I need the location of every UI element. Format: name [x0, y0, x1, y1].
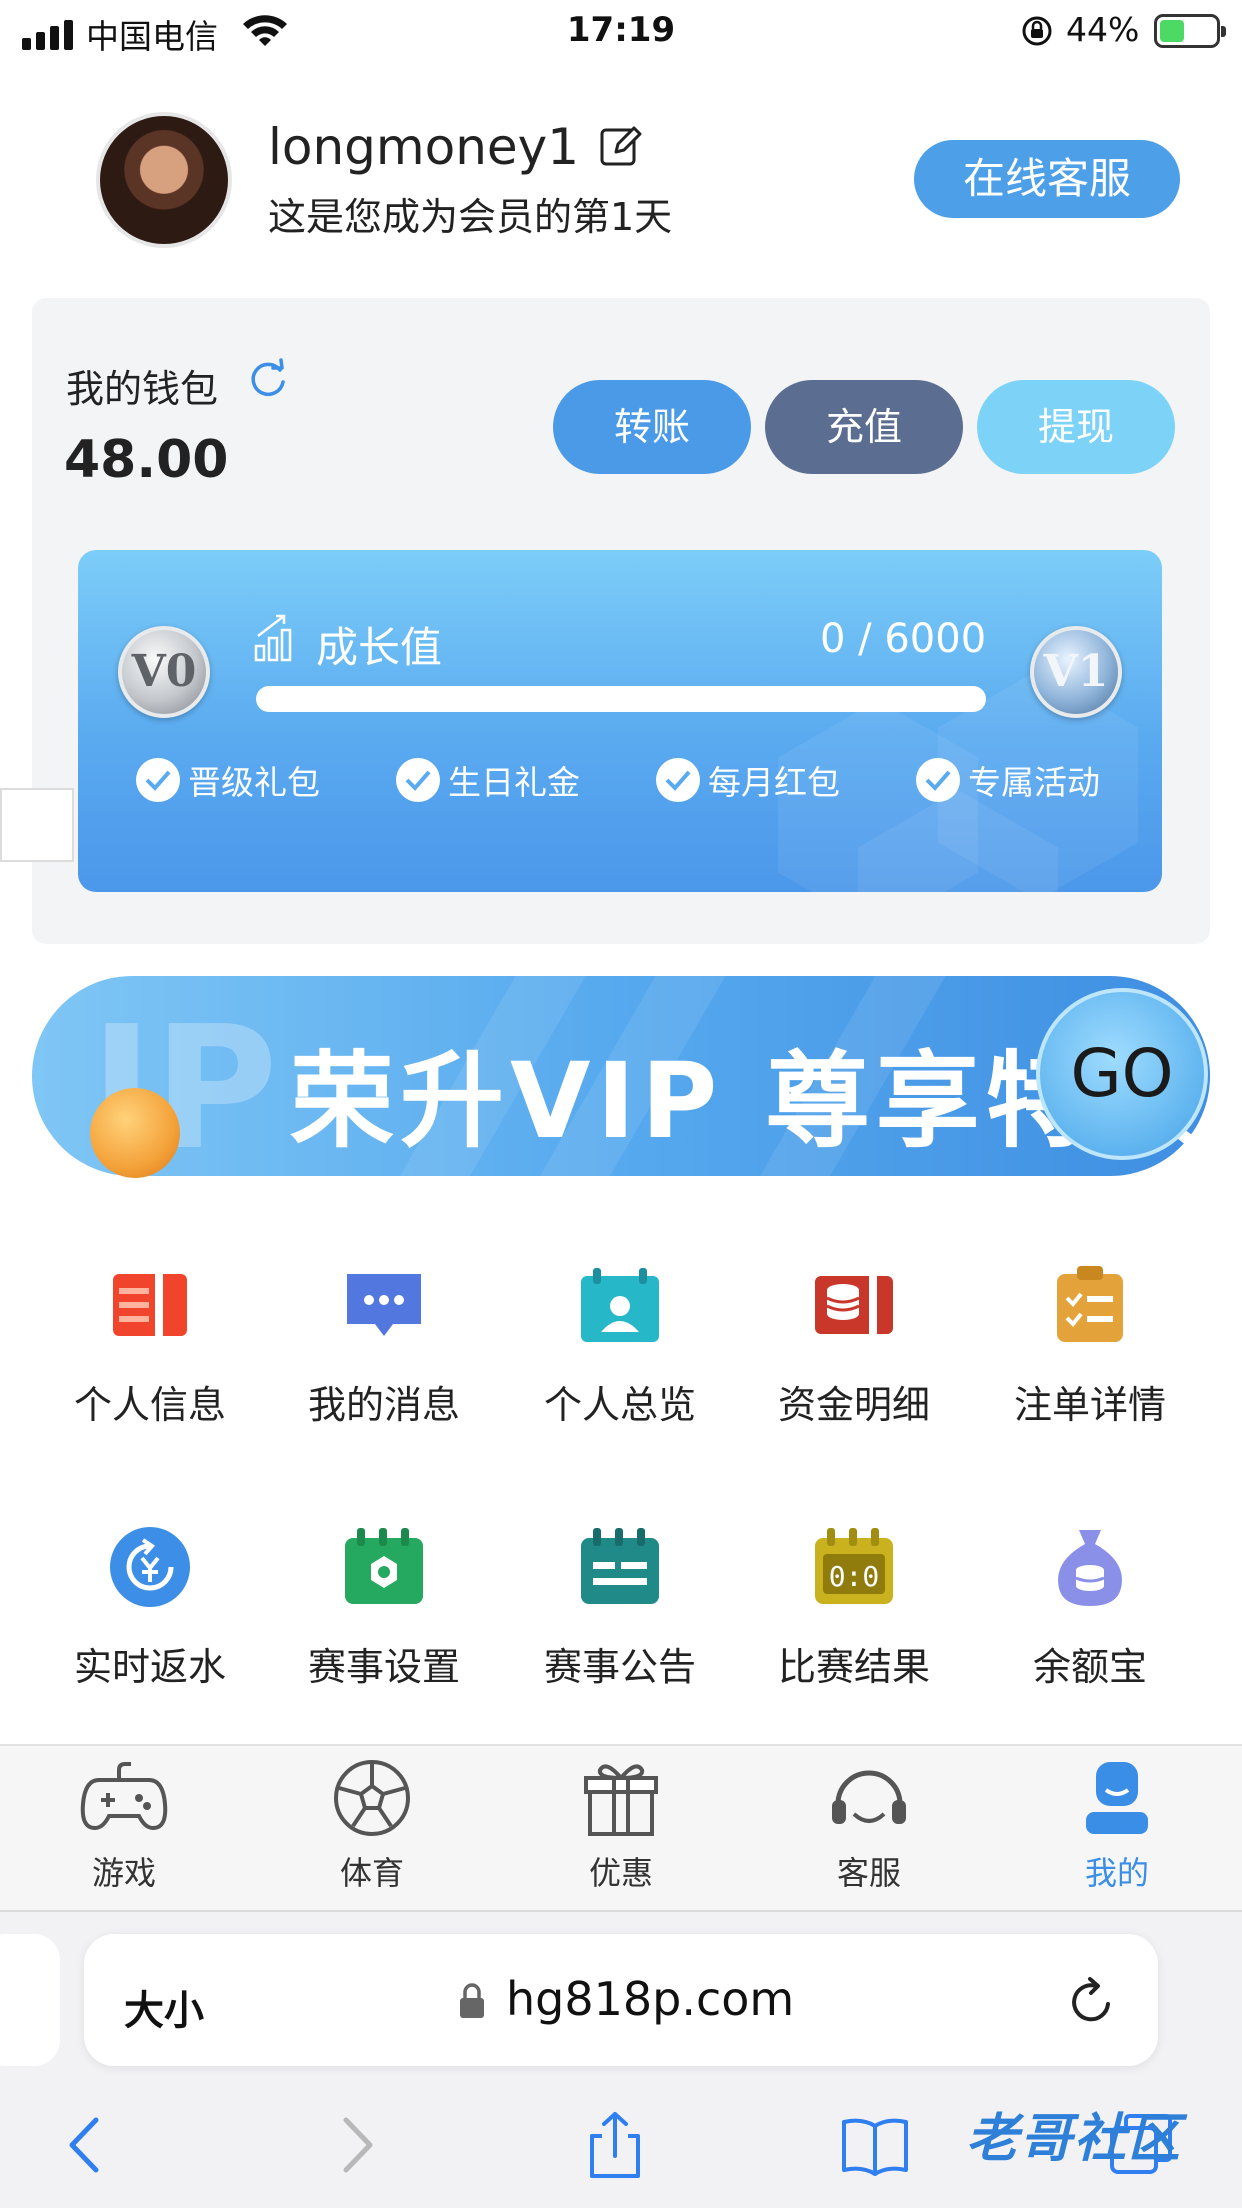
level-badge-v1: V1 [1030, 626, 1122, 718]
clipboard-icon [1057, 1266, 1123, 1342]
online-service-button[interactable]: 在线客服 [914, 140, 1180, 218]
gamepad-icon [80, 1762, 168, 1831]
soccer-ball-icon [334, 1760, 410, 1836]
profile-calendar-icon [581, 1268, 659, 1342]
user-icon [1086, 1762, 1148, 1834]
tab-promotions[interactable]: 优惠 [497, 1756, 745, 1894]
lock-icon [460, 1983, 484, 2018]
menu-realtime-rebate[interactable]: 实时返水 [30, 1522, 270, 1691]
username: longmoney1 [268, 118, 580, 176]
growth-card [78, 550, 1162, 892]
previous-tab-preview[interactable] [0, 1934, 60, 2066]
gift-icon [584, 1764, 658, 1836]
deposit-button[interactable]: 充值 [765, 380, 963, 474]
member-days-text: 这是您成为会员的第1天 [268, 195, 673, 239]
id-card-icon [113, 1274, 187, 1336]
share-icon[interactable] [580, 2110, 650, 2180]
orientation-lock-icon [1022, 16, 1052, 46]
svg-text:0:0: 0:0 [829, 1560, 880, 1593]
forward-icon[interactable] [320, 2110, 390, 2180]
check-icon [656, 758, 700, 802]
status-bar: 中国电信 17:19 44% [0, 0, 1242, 62]
menu-event-settings[interactable]: 赛事设置 [264, 1522, 504, 1691]
battery-icon [1154, 14, 1226, 48]
menu-fund-details[interactable]: 资金明细 [734, 1260, 974, 1429]
rebate-icon [110, 1527, 190, 1607]
tab-mine[interactable]: 我的 [993, 1756, 1241, 1894]
perk-item: 晋级礼包 [136, 756, 320, 804]
menu-personal-overview[interactable]: 个人总览 [500, 1260, 740, 1429]
reload-icon[interactable] [1066, 1976, 1118, 2028]
event-settings-icon [345, 1528, 423, 1604]
headset-icon [832, 1770, 906, 1824]
wallet-label: 我的钱包 [66, 367, 219, 411]
menu-event-announcements[interactable]: 赛事公告 [500, 1522, 740, 1691]
check-icon [916, 758, 960, 802]
edit-icon[interactable] [598, 124, 642, 168]
menu-match-results[interactable]: 0:0 比赛结果 [734, 1522, 974, 1691]
back-icon[interactable] [52, 2110, 122, 2180]
perk-item: 专属活动 [916, 756, 1100, 804]
coin-icon [90, 1088, 180, 1178]
check-icon [396, 758, 440, 802]
growth-progress-text: 0 / 6000 [820, 616, 987, 662]
floating-square[interactable] [0, 788, 74, 862]
menu-my-messages[interactable]: 我的消息 [264, 1260, 504, 1429]
message-icon [347, 1274, 421, 1336]
tab-sports[interactable]: 体育 [248, 1756, 496, 1894]
growth-chart-icon [254, 614, 292, 662]
wallet-balance: 48.00 [64, 430, 229, 490]
money-bag-icon [1058, 1530, 1122, 1606]
level-badge-v0: V0 [118, 626, 210, 718]
growth-progress-bar [256, 686, 986, 712]
avatar[interactable] [96, 112, 232, 248]
vip-go-button[interactable]: GO [1036, 988, 1208, 1160]
battery-percent: 44% [1066, 10, 1140, 49]
check-icon [136, 758, 180, 802]
url-text[interactable]: hg818p.com [506, 1972, 794, 2026]
perk-item: 每月红包 [656, 756, 840, 804]
menu-bet-details[interactable]: 注单详情 [970, 1260, 1210, 1429]
watermark-logo: 老哥社区 [966, 2109, 1183, 2169]
growth-title: 成长值 [316, 623, 443, 672]
refresh-icon[interactable] [246, 358, 290, 402]
tab-customer-service[interactable]: 客服 [745, 1756, 993, 1894]
funds-icon [815, 1276, 893, 1334]
text-size-button[interactable]: 大小 [124, 1978, 204, 2036]
menu-personal-info[interactable]: 个人信息 [30, 1260, 270, 1429]
tab-games[interactable]: 游戏 [0, 1756, 248, 1894]
bookmarks-icon[interactable] [840, 2110, 910, 2180]
withdraw-button[interactable]: 提现 [977, 380, 1175, 474]
score-icon: 0:0 [815, 1528, 893, 1604]
perk-item: 生日礼金 [396, 756, 580, 804]
menu-balance-treasure[interactable]: 余额宝 [970, 1522, 1210, 1691]
transfer-button[interactable]: 转账 [553, 380, 751, 474]
announcement-icon [581, 1528, 659, 1604]
status-time: 17:19 [566, 10, 676, 50]
